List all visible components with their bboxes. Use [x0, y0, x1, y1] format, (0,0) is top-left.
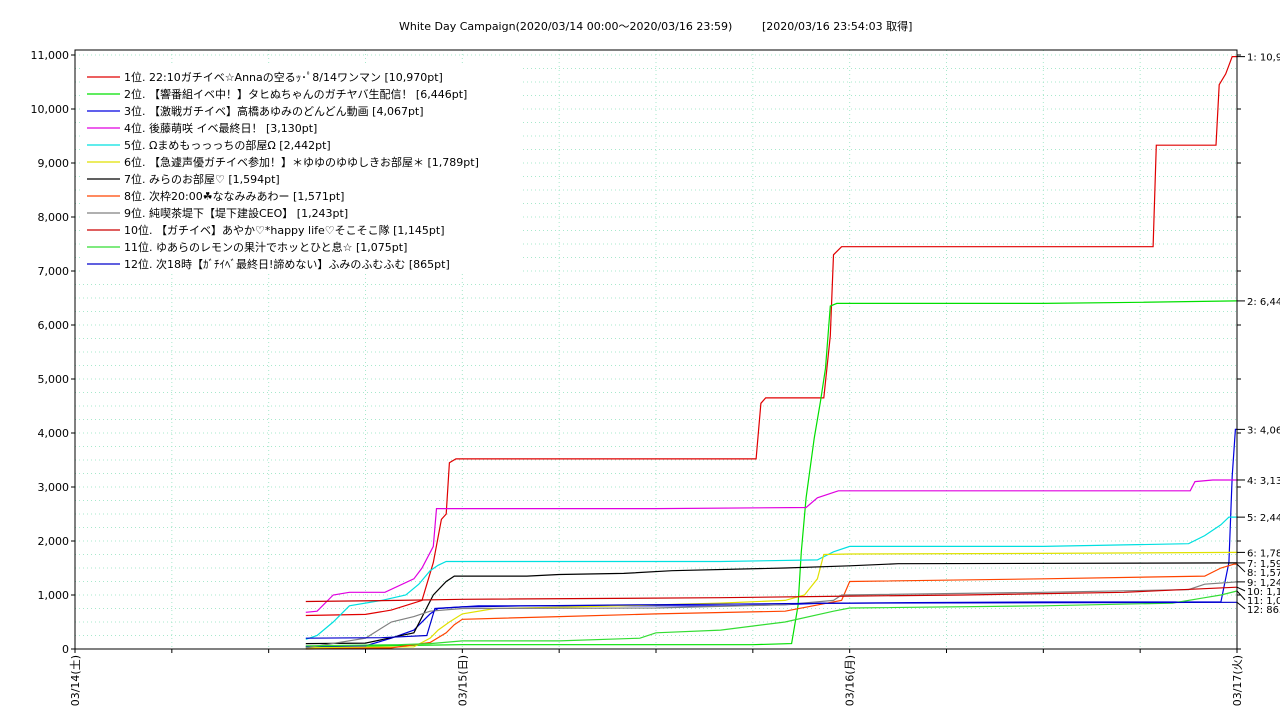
series-end-label: 2: 6,446 — [1247, 297, 1280, 308]
y-tick-label: 11,000 — [31, 49, 70, 62]
legend-entry: 10位. 【ガチイベ】あやか♡*happy life♡そこそこ隊 [1,145p… — [124, 223, 445, 237]
legend-entry: 12位. 次18時【ｶﾞﾁｲﾍﾞ最終日!諦めない】ふみのふむふむ [865pt] — [124, 257, 450, 271]
series-end-label: 4: 3,130 — [1247, 476, 1280, 487]
y-tick-label: 2,000 — [38, 535, 70, 548]
legend-entry: 7位. みらのお部屋♡ [1,594pt] — [124, 172, 280, 186]
x-tick-label: 03/16(月) — [844, 655, 857, 706]
y-tick-label: 7,000 — [38, 265, 70, 278]
x-tick-label: 03/17(火) — [1231, 655, 1244, 706]
retrieval-timestamp: [2020/03/16 23:54:03 取得] — [762, 20, 912, 33]
legend-entry: 4位. 後藤萌咲 イベ最終日！ [3,130pt] — [124, 121, 317, 135]
legend-entry: 9位. 純喫茶堤下【堤下建設CEO】 [1,243pt] — [124, 206, 348, 220]
x-tick-label: 03/14(土) — [69, 655, 82, 706]
y-tick-label: 1,000 — [38, 589, 70, 602]
series-end-label: 12: 865 — [1247, 605, 1280, 616]
legend-entry: 1位. 22:10ガチイベ☆Annaの空るｯ･ﾟ8/14ワンマン [10,970… — [124, 70, 443, 84]
series-line — [305, 428, 1237, 647]
legend-entry: 5位. Ωまめもっっっちの部屋Ω [2,442pt] — [124, 138, 331, 152]
end-label-leader — [1236, 563, 1246, 573]
series-line — [305, 581, 1238, 649]
legend: 1位. 22:10ガチイベ☆Annaの空るｯ･ﾟ8/14ワンマン [10,970… — [80, 64, 520, 274]
legend-entry: 6位. 【急遽声優ガチイベ参加！】＊ゆゆのゆゆしきお部屋＊ [1,789pt] — [124, 155, 479, 169]
y-tick-label: 9,000 — [38, 157, 70, 170]
series-line — [305, 563, 1237, 650]
series-end-label: 6: 1,789 — [1247, 548, 1280, 559]
y-tick-label: 6,000 — [38, 319, 70, 332]
end-label-leader — [1236, 586, 1246, 592]
y-tick-label: 0 — [62, 643, 69, 656]
series-line — [305, 586, 1238, 603]
series-end-label: 1: 10,970 — [1247, 53, 1280, 64]
end-labels: 1: 10,970 2: 6,446 3: 4,067 4: 3,130 5: 2,44… — [1236, 53, 1280, 616]
chart-title: White Day Campaign(2020/03/14 00:00～2020… — [399, 20, 732, 33]
y-tick-label: 8,000 — [38, 211, 70, 224]
y-tick-label: 4,000 — [38, 427, 70, 440]
legend-entry: 8位. 次枠20:00☘ななみみあわー [1,571pt] — [124, 189, 344, 203]
series-end-label: 3: 4,067 — [1247, 425, 1280, 436]
legend-entry: 3位. 【激戦ガチイベ】高橋あゆみのどんどん動画 [4,067pt] — [124, 104, 424, 118]
legend-entry: 11位. ゆあらのレモンの果汁でホッとひと息☆ [1,075pt] — [124, 240, 407, 254]
x-tick-label: 03/15(日) — [456, 655, 469, 706]
y-tick-label: 10,000 — [31, 103, 70, 116]
y-tick-label: 5,000 — [38, 373, 70, 386]
y-tick-label: 3,000 — [38, 481, 70, 494]
series-end-label: 5: 2,442 — [1247, 513, 1280, 524]
end-label-leader — [1236, 601, 1246, 610]
line-chart: White Day Campaign(2020/03/14 00:00～2020… — [31, 20, 1280, 706]
x-axis: 03/14(土) 03/15(日) 03/16(月) 03/17(火) — [69, 649, 1244, 706]
legend-entry: 2位. 【響番組イベ中！】タヒぬちゃんのガチヤバ生配信！ [6,446pt] — [124, 87, 467, 101]
